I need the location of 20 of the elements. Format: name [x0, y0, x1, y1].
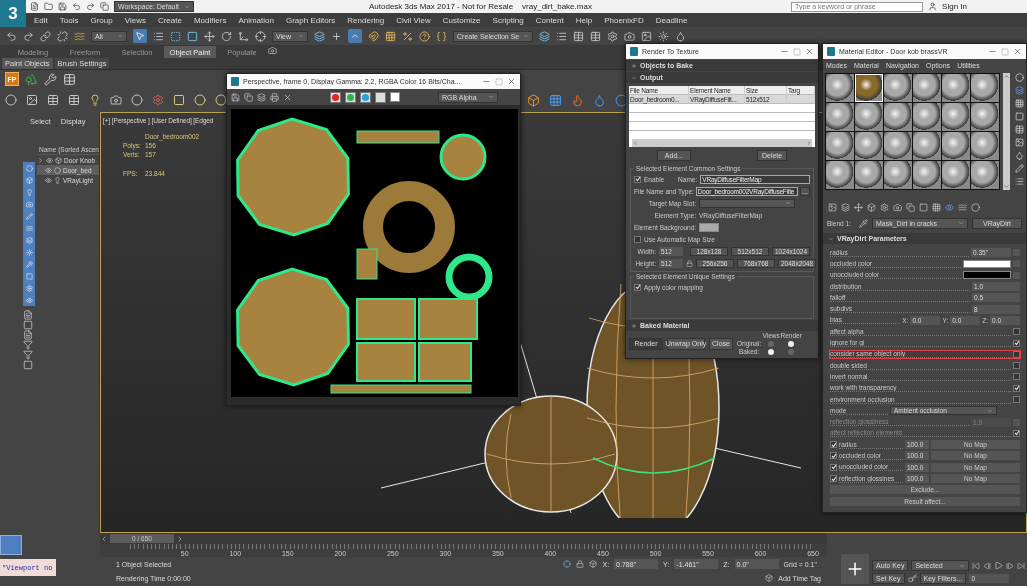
sign-in-link[interactable]: Sign In	[942, 2, 967, 11]
menu-item[interactable]: PhoenixFD	[604, 15, 644, 25]
menu-item[interactable]: Animation	[238, 15, 274, 25]
app-logo[interactable]: 3	[0, 0, 26, 27]
menu-item[interactable]: Graph Editors	[285, 15, 336, 25]
menu-item[interactable]: Edit	[34, 15, 48, 25]
menu-item[interactable]: Deadline	[655, 15, 688, 25]
menu-item[interactable]: Rendering	[347, 15, 385, 25]
menu-item[interactable]: Create	[157, 15, 182, 25]
menu-item[interactable]: Content	[535, 15, 564, 25]
menu-item[interactable]: Views	[124, 15, 146, 25]
file-name: vray_dirt_bake.max	[522, 2, 592, 11]
menu-item[interactable]: Tools	[59, 15, 79, 25]
menu-item[interactable]: Group	[90, 15, 113, 25]
menu-item[interactable]: Scripting	[492, 15, 524, 25]
menu-item[interactable]: Civil View	[396, 15, 431, 25]
window-title: Autodesk 3ds Max 2017 - Not for Resale	[369, 2, 514, 11]
menu-item[interactable]: Help	[575, 15, 593, 25]
menu-item[interactable]: Customize	[442, 15, 481, 25]
menu-item[interactable]: Modifiers	[193, 15, 227, 25]
